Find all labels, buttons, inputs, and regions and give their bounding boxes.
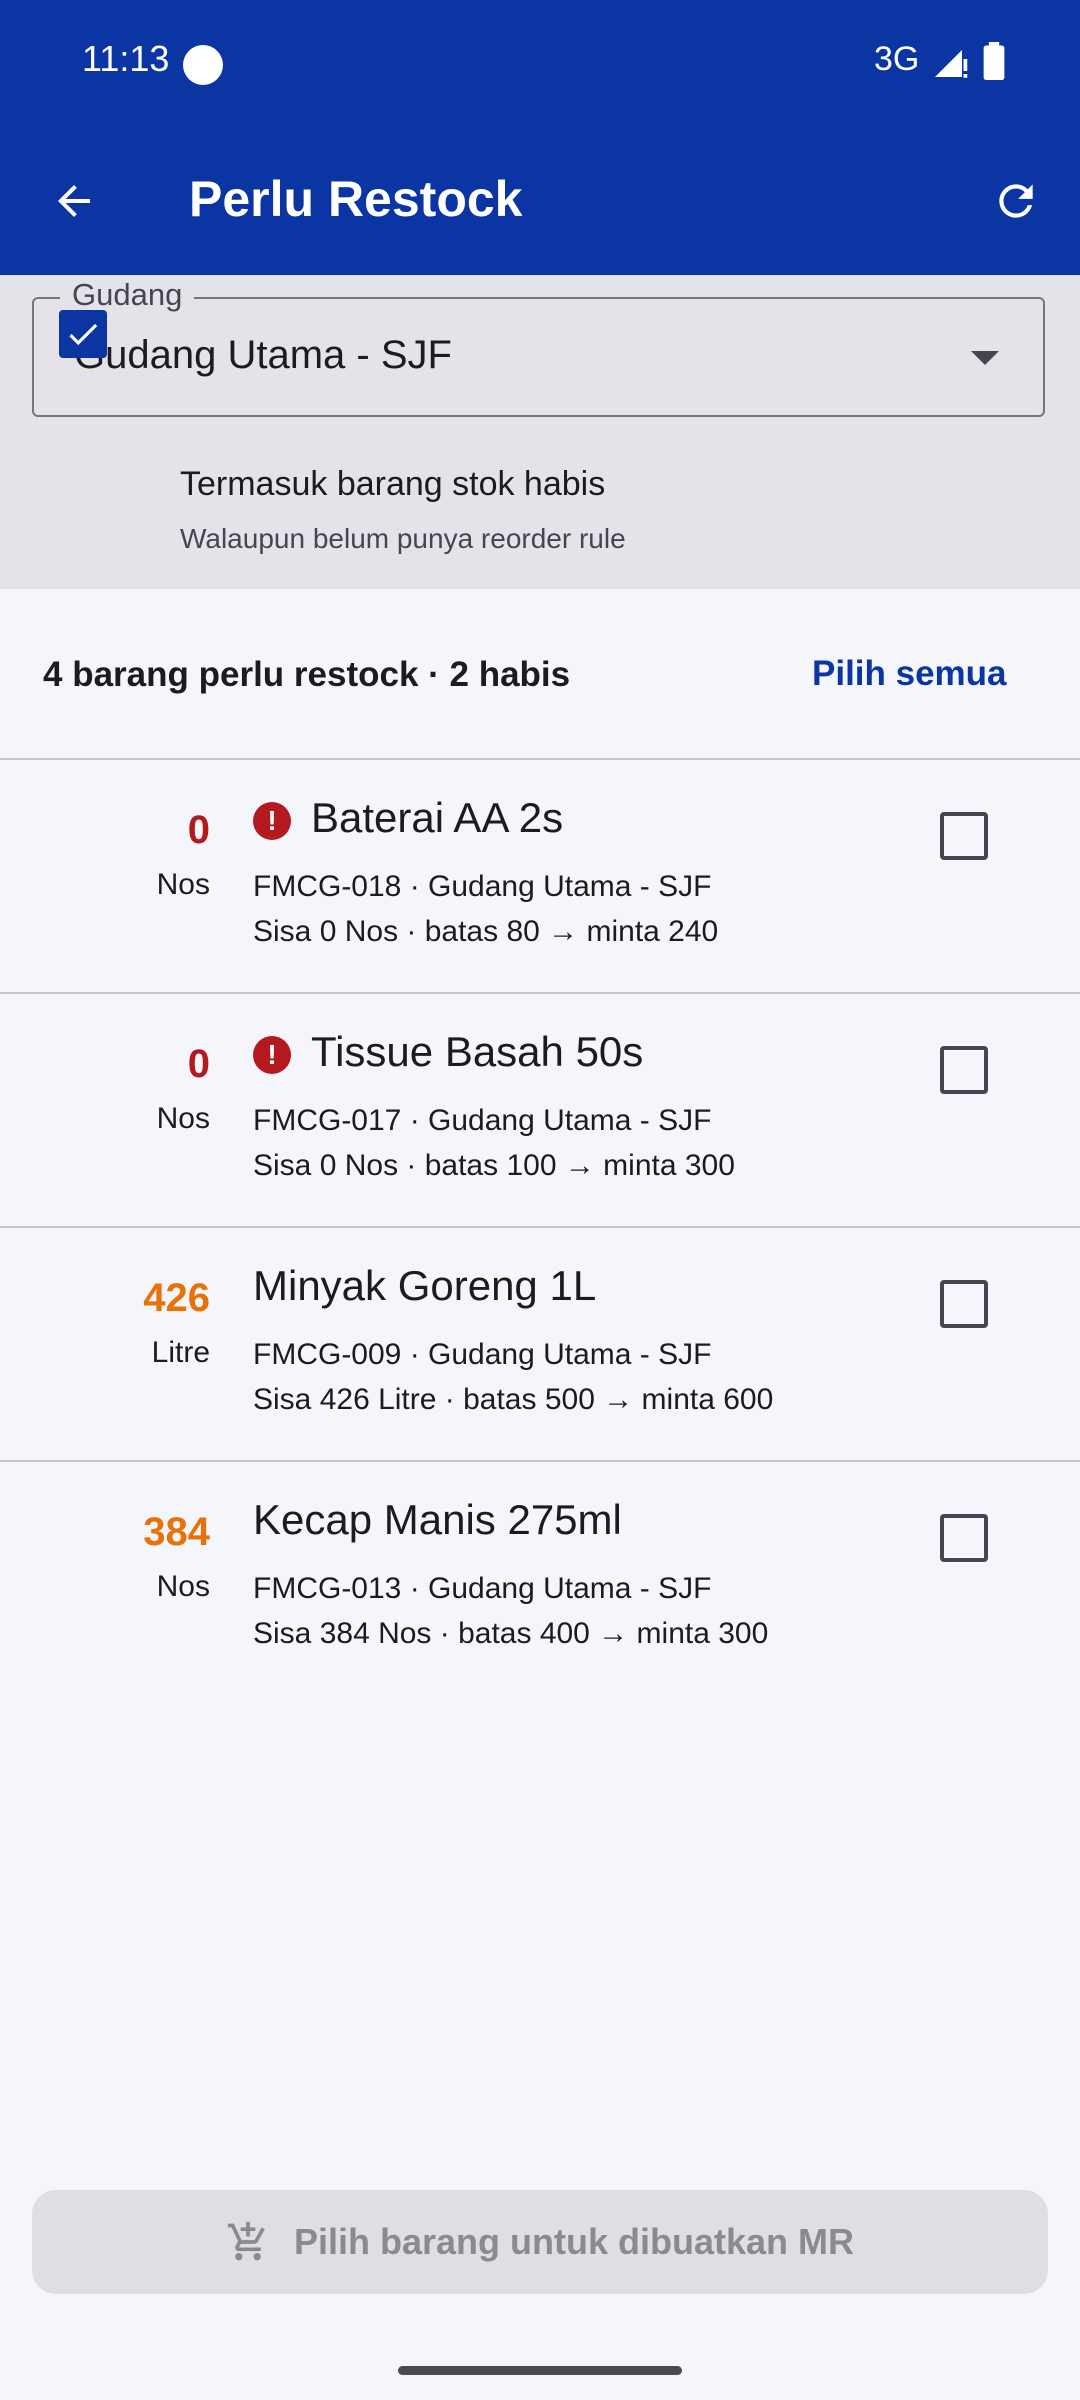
item-checkbox[interactable] bbox=[940, 1046, 988, 1094]
home-indicator[interactable] bbox=[398, 2366, 682, 2375]
warehouse-label: Gudang bbox=[60, 277, 195, 313]
arrow-left-icon bbox=[58, 185, 90, 217]
item-code: FMCG-009 · Gudang Utama - SJF bbox=[253, 1338, 712, 1371]
stock-quantity: 384 bbox=[143, 1510, 210, 1554]
app-bar: 11:13 3G Perlu Restock bbox=[0, 0, 1080, 275]
item-name: Tissue Basah 50s bbox=[311, 1028, 644, 1075]
stock-unit: Nos bbox=[156, 1102, 210, 1135]
refresh-icon bbox=[999, 184, 1033, 218]
dropdown-arrow-icon bbox=[971, 351, 999, 365]
notification-dot-icon bbox=[183, 45, 223, 85]
item-name: Minyak Goreng 1L bbox=[253, 1262, 597, 1309]
item-detail: Sisa 0 Nos · batas 100 → minta 300 bbox=[253, 1149, 735, 1182]
checkmark-icon bbox=[69, 323, 98, 346]
item-code: FMCG-013 · Gudang Utama - SJF bbox=[253, 1572, 712, 1605]
refresh-button[interactable] bbox=[982, 167, 1050, 235]
include-out-of-stock-hint: Walaupun belum punya reorder rule bbox=[180, 523, 626, 554]
stock-quantity: 0 bbox=[187, 808, 210, 852]
item-checkbox[interactable] bbox=[940, 1514, 988, 1562]
back-button[interactable] bbox=[40, 167, 108, 235]
network-type: 3G bbox=[874, 40, 920, 78]
stock-unit: Litre bbox=[151, 1336, 210, 1369]
item-detail: Sisa 426 Litre · batas 500 → minta 600 bbox=[253, 1383, 774, 1416]
list-item[interactable]: 0 Nos ! Tissue Basah 50s FMCG-017 · Guda… bbox=[0, 994, 1080, 1226]
page-title: Perlu Restock bbox=[189, 171, 523, 227]
add-to-cart-icon bbox=[227, 2221, 265, 2261]
list-item[interactable]: 0 Nos ! Baterai AA 2s FMCG-018 · Gudang … bbox=[0, 760, 1080, 992]
list-item[interactable]: 426 Litre Minyak Goreng 1L FMCG-009 · Gu… bbox=[0, 1228, 1080, 1460]
select-all-button[interactable]: Pilih semua bbox=[812, 654, 1007, 694]
warehouse-value: Gudang Utama - SJF bbox=[74, 333, 452, 377]
stock-quantity: 426 bbox=[143, 1276, 210, 1320]
error-icon: ! bbox=[253, 1036, 291, 1074]
item-name: Kecap Manis 275ml bbox=[253, 1496, 622, 1543]
list-item[interactable]: 384 Nos Kecap Manis 275ml FMCG-013 · Gud… bbox=[0, 1462, 1080, 1694]
create-mr-label: Pilih barang untuk dibuatkan MR bbox=[293, 2221, 855, 2262]
item-detail: Sisa 0 Nos · batas 80 → minta 240 bbox=[253, 915, 719, 948]
item-name: Baterai AA 2s bbox=[311, 794, 564, 841]
stock-unit: Nos bbox=[156, 868, 210, 901]
item-code: FMCG-017 · Gudang Utama - SJF bbox=[253, 1104, 712, 1137]
item-detail: Sisa 384 Nos · batas 400 → minta 300 bbox=[253, 1617, 769, 1650]
item-checkbox[interactable] bbox=[940, 812, 988, 860]
warehouse-dropdown[interactable]: Gudang Gudang Utama - SJF bbox=[32, 277, 1045, 417]
status-time: 11:13 bbox=[82, 38, 170, 79]
signal-icon bbox=[935, 50, 968, 78]
include-out-of-stock-label[interactable]: Termasuk barang stok habis bbox=[180, 465, 605, 504]
error-icon: ! bbox=[253, 802, 291, 840]
include-out-of-stock-checkbox[interactable] bbox=[59, 310, 107, 358]
restock-summary: 4 barang perlu restock · 2 habis bbox=[43, 655, 571, 694]
item-code: FMCG-018 · Gudang Utama - SJF bbox=[253, 870, 712, 903]
item-checkbox[interactable] bbox=[940, 1280, 988, 1328]
status-bar: 11:13 3G bbox=[0, 0, 1080, 130]
stock-unit: Nos bbox=[156, 1570, 210, 1603]
battery-icon bbox=[983, 42, 1005, 80]
create-mr-button[interactable]: Pilih barang untuk dibuatkan MR bbox=[32, 2190, 1048, 2294]
stock-quantity: 0 bbox=[187, 1042, 210, 1086]
